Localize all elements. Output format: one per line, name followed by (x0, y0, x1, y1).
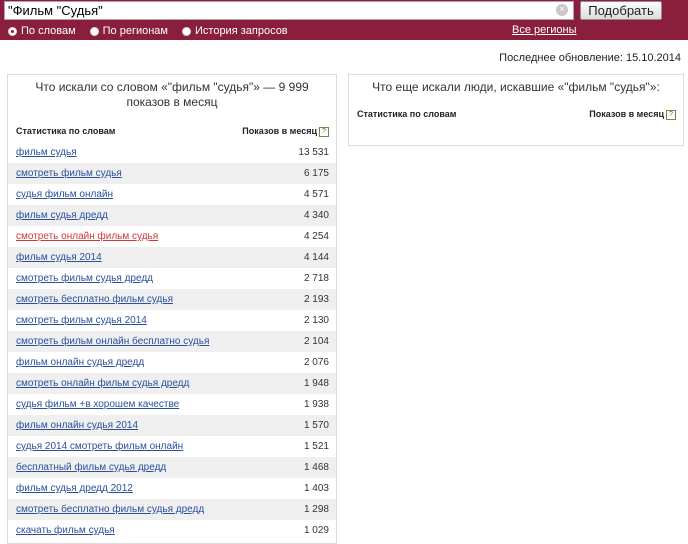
shows-count: 1 403 (303, 483, 329, 494)
table-row: фильм онлайн судья 2014 1 570 (8, 415, 336, 436)
search-box: × (4, 1, 574, 20)
shows-count: 6 175 (303, 168, 329, 179)
shows-count: 4 144 (303, 252, 329, 263)
table-row: фильм судья дредд 4 340 (8, 205, 336, 226)
table-row: смотреть фильм судья 2014 2 130 (8, 310, 336, 331)
table-row: судья фильм онлайн 4 571 (8, 184, 336, 205)
shows-count: 4 340 (303, 210, 329, 221)
clear-icon[interactable]: × (556, 4, 568, 16)
phrase-link[interactable]: судья фильм +в хорошем качестве (16, 399, 179, 410)
shows-count: 1 298 (303, 504, 329, 515)
shows-count: 13 531 (298, 147, 329, 158)
table-row: судья 2014 смотреть фильм онлайн 1 521 (8, 436, 336, 457)
shows-count: 1 948 (303, 378, 329, 389)
phrase-link[interactable]: смотреть онлайн фильм судья (16, 231, 158, 242)
table-row: судья фильм +в хорошем качестве 1 938 (8, 394, 336, 415)
table-row: смотреть бесплатно фильм судья дредд 1 29… (8, 499, 336, 520)
phrase-link[interactable]: смотреть онлайн фильм судья дредд (16, 378, 189, 389)
words-list: фильм судья 13 531 смотреть фильм судья 6 1… (8, 142, 336, 541)
phrase-link[interactable]: судья фильм онлайн (16, 189, 113, 200)
radio-icon[interactable] (182, 26, 191, 36)
column-headers: Статистика по словам Показов в месяц? (8, 126, 336, 140)
shows-count: 2 130 (303, 315, 329, 326)
phrase-link[interactable]: фильм судья дредд (16, 210, 108, 221)
shows-count: 4 254 (303, 231, 329, 242)
table-row: бесплатный фильм судья дредд 1 468 (8, 457, 336, 478)
shows-count: 1 029 (303, 525, 329, 536)
help-icon[interactable]: ? (666, 110, 676, 120)
shows-count: 1 468 (303, 462, 329, 473)
mode-label: По регионам (102, 25, 168, 37)
shows-count: 2 718 (303, 273, 329, 284)
phrase-link[interactable]: смотреть фильм судья дредд (16, 273, 153, 284)
mode-query-history[interactable]: История запросов (182, 25, 288, 37)
search-mode-group: По словам По регионам История запросов (8, 24, 288, 38)
phrase-link[interactable]: смотреть фильм онлайн бесплатно судья (16, 336, 209, 347)
phrase-link[interactable]: фильм онлайн судья 2014 (16, 420, 138, 431)
search-input[interactable] (8, 2, 548, 19)
table-row: смотреть фильм онлайн бесплатно судья 2 1… (8, 331, 336, 352)
mode-by-words[interactable]: По словам (8, 25, 76, 37)
table-row: смотреть фильм судья 6 175 (8, 163, 336, 184)
radio-icon[interactable] (89, 26, 99, 36)
phrase-link[interactable]: фильм судья дредд 2012 (16, 483, 133, 494)
phrase-link[interactable]: скачать фильм судья (16, 525, 115, 536)
phrase-link[interactable]: фильм судья 2014 (16, 252, 102, 263)
panel-title: Что искали со словом «"фильм "судья"» — … (35, 80, 309, 109)
column-headers: Статистика по словам Показов в месяц? (349, 109, 683, 123)
phrase-link[interactable]: смотреть бесплатно фильм судья дредд (16, 504, 204, 515)
phrase-link[interactable]: бесплатный фильм судья дредд (16, 462, 166, 473)
table-row: фильм онлайн судья дредд 2 076 (8, 352, 336, 373)
col-shows-header: Показов в месяц? (242, 126, 329, 140)
table-row: скачать фильм судья 1 029 (8, 520, 336, 541)
mode-by-regions[interactable]: По регионам (89, 25, 168, 37)
shows-count: 2 104 (303, 336, 329, 347)
table-row: смотреть онлайн фильм судья 4 254 (8, 226, 336, 247)
table-row: фильм судья 13 531 (8, 142, 336, 163)
phrase-link[interactable]: смотреть фильм судья 2014 (16, 315, 147, 326)
phrase-link[interactable]: судья 2014 смотреть фильм онлайн (16, 441, 183, 452)
shows-count: 2 076 (303, 357, 329, 368)
shows-count: 2 193 (303, 294, 329, 305)
help-icon[interactable]: ? (319, 127, 329, 137)
all-regions-link[interactable]: Все регионы (512, 24, 577, 36)
phrase-link[interactable]: смотреть фильм судья (16, 168, 122, 179)
col-words-header: Статистика по словам (357, 109, 457, 119)
words-panel: Что искали со словом «"фильм "судья"» — … (7, 74, 337, 544)
phrase-link[interactable]: фильм судья (16, 147, 77, 158)
shows-count: 1 938 (303, 399, 329, 410)
last-updated: Последнее обновление: 15.10.2014 (499, 52, 681, 64)
table-row: фильм судья дредд 2012 1 403 (8, 478, 336, 499)
pick-button[interactable]: Подобрать (580, 1, 662, 20)
shows-count: 1 521 (303, 441, 329, 452)
phrase-link[interactable]: фильм онлайн судья дредд (16, 357, 144, 368)
table-row: смотреть фильм судья дредд 2 718 (8, 268, 336, 289)
mode-label: По словам (21, 25, 76, 37)
mode-label: История запросов (195, 25, 288, 37)
phrase-link[interactable]: смотреть бесплатно фильм судья (16, 294, 173, 305)
table-row: фильм судья 2014 4 144 (8, 247, 336, 268)
also-searched-panel: Что еще искали люди, искавшие «"фильм "с… (348, 74, 684, 146)
shows-count: 1 570 (303, 420, 329, 431)
table-row: смотреть онлайн фильм судья дредд 1 948 (8, 373, 336, 394)
col-shows-header: Показов в месяц? (589, 109, 676, 123)
col-words-header: Статистика по словам (16, 126, 116, 136)
top-bar: × Подобрать По словам По регионам Истори… (0, 0, 688, 40)
panel-title: Что еще искали люди, искавшие «"фильм "с… (372, 80, 660, 94)
radio-icon[interactable] (8, 26, 17, 36)
table-row: смотреть бесплатно фильм судья 2 193 (8, 289, 336, 310)
shows-count: 4 571 (303, 189, 329, 200)
